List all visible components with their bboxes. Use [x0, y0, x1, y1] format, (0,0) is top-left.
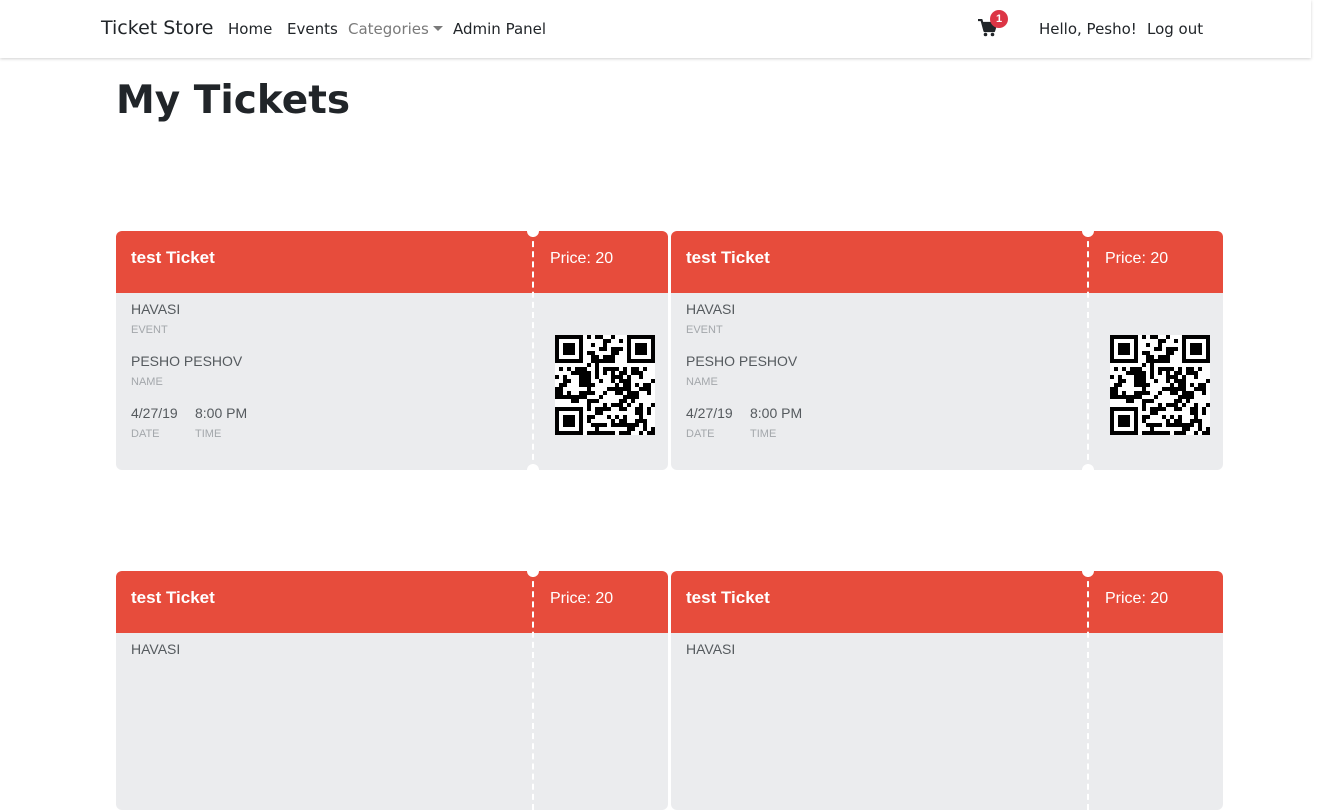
ticket-time: 8:00 PM: [750, 405, 803, 421]
ticket-notch: [1082, 225, 1094, 237]
brand-link[interactable]: Ticket Store: [101, 17, 213, 39]
logout-link[interactable]: Log out: [1147, 20, 1203, 38]
ticket-event-label: EVENT: [686, 324, 723, 336]
ticket-perforation: [532, 231, 534, 470]
ticket-event: HAVASI: [131, 641, 181, 657]
qr-code-icon: [555, 335, 655, 435]
ticket-header: test Ticket Price: 20: [671, 571, 1223, 633]
ticket-body: HAVASI: [116, 633, 668, 810]
cart-count-badge: 1: [990, 10, 1008, 28]
ticket-date: 4/27/19: [686, 405, 733, 421]
ticket-name-label: NAME: [686, 376, 718, 388]
ticket-price: Price: 20: [550, 590, 614, 607]
ticket-title: test Ticket: [131, 588, 215, 607]
ticket-body: HAVASI: [671, 633, 1223, 810]
qr-code-icon: [1110, 335, 1210, 435]
ticket-price: Price: 20: [1105, 590, 1169, 607]
nav-admin-panel[interactable]: Admin Panel: [453, 20, 546, 38]
ticket-notch: [527, 565, 539, 577]
ticket-title: test Ticket: [131, 248, 215, 267]
ticket-price: Price: 20: [550, 250, 614, 267]
ticket-time-label: TIME: [750, 428, 777, 440]
ticket-header: test Ticket Price: 20: [116, 231, 668, 293]
ticket-card: test Ticket Price: 20 HAVASI: [671, 565, 1223, 810]
ticket-perforation: [1087, 571, 1089, 810]
ticket-notch: [527, 225, 539, 237]
ticket-date-label: DATE: [686, 428, 715, 440]
ticket-event-label: EVENT: [131, 324, 168, 336]
ticket-title: test Ticket: [686, 588, 770, 607]
page-title: My Tickets: [116, 78, 351, 123]
ticket-date: 4/27/19: [131, 405, 178, 421]
ticket-header: test Ticket Price: 20: [671, 231, 1223, 293]
ticket-card: test Ticket Price: 20 HAVASI EVENT PESHO…: [671, 225, 1223, 476]
ticket-price: Price: 20: [1105, 250, 1169, 267]
ticket-notch: [1082, 464, 1094, 476]
nav-home[interactable]: Home: [228, 20, 272, 38]
ticket-event: HAVASI: [131, 301, 181, 317]
navbar: Ticket Store Home Events Categories Admi…: [0, 0, 1311, 58]
ticket-notch: [1082, 565, 1094, 577]
user-greeting[interactable]: Hello, Pesho!: [1039, 20, 1137, 38]
nav-categories-label: Categories: [348, 20, 429, 38]
ticket-notch: [527, 464, 539, 476]
ticket-name: PESHO PESHOV: [131, 353, 243, 369]
ticket-time-label: TIME: [195, 428, 222, 440]
ticket-perforation: [1087, 231, 1089, 470]
ticket-title: test Ticket: [686, 248, 770, 267]
ticket-perforation: [532, 571, 534, 810]
ticket-date-label: DATE: [131, 428, 160, 440]
ticket-event: HAVASI: [686, 301, 736, 317]
ticket-card: test Ticket Price: 20 HAVASI EVENT PESHO…: [116, 225, 668, 476]
caret-down-icon: [432, 26, 443, 31]
nav-events[interactable]: Events: [287, 20, 338, 38]
ticket-event: HAVASI: [686, 641, 736, 657]
ticket-header: test Ticket Price: 20: [116, 571, 668, 633]
ticket-time: 8:00 PM: [195, 405, 248, 421]
ticket-name-label: NAME: [131, 376, 163, 388]
ticket-name: PESHO PESHOV: [686, 353, 798, 369]
ticket-card: test Ticket Price: 20 HAVASI: [116, 565, 668, 810]
nav-categories-dropdown[interactable]: Categories: [348, 20, 443, 38]
